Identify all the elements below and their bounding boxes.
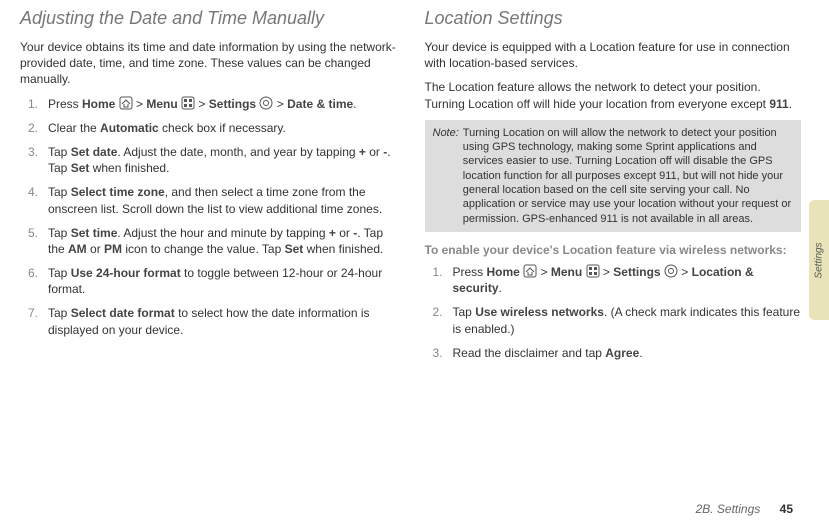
step-3: 3. Tap Set date. Adjust the date, month,…: [34, 144, 397, 176]
heading-location: Location Settings: [425, 8, 802, 29]
use-wireless-label: Use wireless networks: [475, 305, 604, 319]
left-column: Adjusting the Date and Time Manually You…: [20, 8, 397, 369]
location-p2: The Location feature allows the network …: [425, 79, 802, 111]
settings-icon: [259, 96, 273, 110]
page-columns: Adjusting the Date and Time Manually You…: [20, 8, 801, 369]
step-4: 4. Tap Select time zone, and then select…: [34, 184, 397, 216]
footer-page-number: 45: [780, 502, 793, 516]
select-time-zone-label: Select time zone: [71, 185, 165, 199]
automatic-label: Automatic: [100, 121, 159, 135]
use-24h-label: Use 24-hour format: [71, 266, 181, 280]
agree-label: Agree: [605, 346, 639, 360]
steps-date-time: 1. Press Home > Menu > Settings > Date &…: [20, 96, 397, 338]
right-column: Location Settings Your device is equippe…: [425, 8, 802, 369]
select-date-format-label: Select date format: [71, 306, 175, 320]
settings-icon: [664, 264, 678, 278]
set-time-label: Set time: [71, 226, 118, 240]
loc-step-1: 1. Press Home > Menu > Settings > Locati…: [439, 264, 802, 296]
settings-label: Settings: [209, 97, 256, 111]
am-label: AM: [68, 242, 87, 256]
note-text: Turning Location on will allow the netwo…: [463, 126, 793, 226]
steps-location: 1. Press Home > Menu > Settings > Locati…: [425, 264, 802, 361]
set-date-label: Set date: [71, 145, 118, 159]
menu-icon: [586, 264, 600, 278]
home-icon: [119, 96, 133, 110]
menu-label: Menu: [146, 97, 177, 111]
menu-icon: [181, 96, 195, 110]
page-footer: 2B. Settings 45: [696, 502, 793, 516]
heading-date-time: Adjusting the Date and Time Manually: [20, 8, 397, 29]
home-icon: [523, 264, 537, 278]
enable-lead: To enable your device's Location feature…: [425, 242, 802, 258]
step-5: 5. Tap Set time. Adjust the hour and min…: [34, 225, 397, 257]
loc-step-3: 3. Read the disclaimer and tap Agree.: [439, 345, 802, 361]
location-p1: Your device is equipped with a Location …: [425, 39, 802, 71]
note-box: Note: Turning Location on will allow the…: [425, 120, 802, 232]
loc-step-2: 2. Tap Use wireless networks. (A check m…: [439, 304, 802, 336]
date-time-label: Date & time: [287, 97, 353, 111]
step-7: 7. Tap Select date format to select how …: [34, 305, 397, 337]
911-label: 911: [769, 97, 788, 111]
step-6: 6. Tap Use 24-hour format to toggle betw…: [34, 265, 397, 297]
home-label: Home: [82, 97, 115, 111]
step-1: 1. Press Home > Menu > Settings > Date &…: [34, 96, 397, 112]
note-label: Note:: [433, 126, 459, 226]
pm-label: PM: [104, 242, 122, 256]
section-tab-label: Settings: [814, 242, 825, 278]
footer-section: 2B. Settings: [696, 502, 761, 516]
intro-date-time: Your device obtains its time and date in…: [20, 39, 397, 88]
section-tab: Settings: [809, 200, 829, 320]
step-2: 2. Clear the Automatic check box if nece…: [34, 120, 397, 136]
set-label: Set: [71, 161, 90, 175]
